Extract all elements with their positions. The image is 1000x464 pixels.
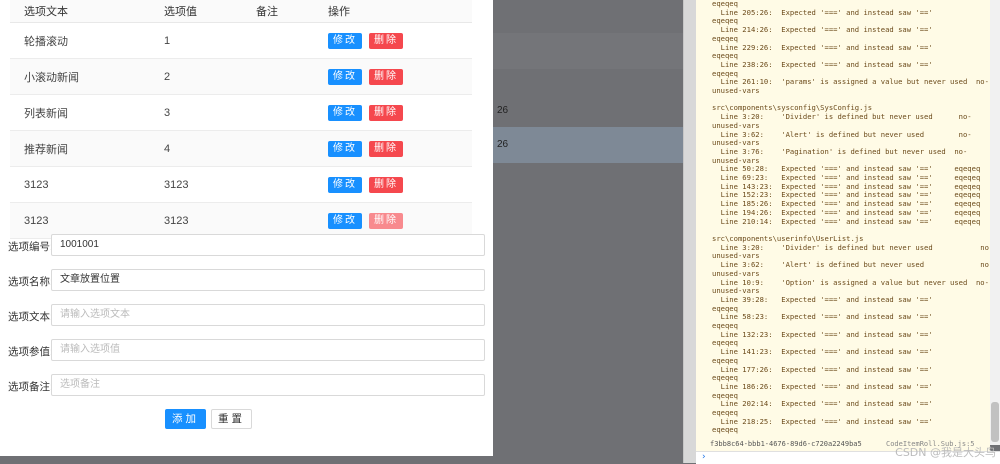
- background-row: [493, 33, 683, 69]
- form-row-option-value: 选项参值: 请输入选项值: [0, 339, 485, 361]
- background-row-text: 26: [497, 139, 509, 150]
- edit-button[interactable]: 修改: [328, 140, 362, 157]
- column-header-note: 备注: [242, 0, 314, 23]
- edit-button[interactable]: 修改: [328, 176, 362, 193]
- delete-button[interactable]: 删除: [369, 104, 403, 121]
- column-header-actions: 操作: [314, 0, 472, 23]
- delete-button[interactable]: 删除: [369, 176, 403, 193]
- column-header-text: 选项文本: [10, 0, 150, 23]
- option-note-label: 选项备注:: [8, 381, 53, 393]
- form-row-option-id: 选项编号: 1001001: [0, 234, 485, 256]
- add-button[interactable]: 添加: [165, 409, 206, 429]
- table-row: 小滚动新闻 2 修改 删除: [10, 58, 472, 95]
- edit-button[interactable]: 修改: [328, 68, 362, 85]
- prompt-caret-icon: ›: [702, 452, 706, 462]
- cell-text: 推荐新闻: [10, 130, 150, 167]
- console-scrollbar-thumb[interactable]: [991, 402, 999, 442]
- cell-actions: 修改 删除: [314, 94, 472, 131]
- cell-text: 3123: [10, 166, 150, 203]
- cell-text: 小滚动新闻: [10, 58, 150, 95]
- cell-note: [242, 166, 314, 203]
- table-row: 轮播滚动 1 修改 删除: [10, 22, 472, 59]
- edit-button[interactable]: 修改: [328, 104, 362, 121]
- option-value-label: 选项参值:: [8, 346, 53, 358]
- cell-value: 4: [150, 130, 242, 167]
- watermark: CSDN @我是大头鸟: [895, 446, 996, 459]
- cell-actions: 修改 删除: [314, 58, 472, 95]
- form-row-option-name: 选项名称: 文章放置位置: [0, 269, 485, 291]
- option-name-label: 选项名称:: [8, 276, 53, 288]
- cell-note: [242, 22, 314, 59]
- background-row: 26: [493, 93, 683, 129]
- cell-note: [242, 58, 314, 95]
- cell-value: 3123: [150, 166, 242, 203]
- config-options-modal: 选项文本 选项值 备注 操作 轮播滚动 1 修改 删除 小滚动新闻 2 修改 删除: [0, 0, 493, 456]
- form-row-option-note: 选项备注: 选项备注: [0, 374, 485, 396]
- edit-button[interactable]: 修改: [328, 32, 362, 49]
- options-table: 选项文本 选项值 备注 操作 轮播滚动 1 修改 删除 小滚动新闻 2 修改 删除: [10, 0, 472, 239]
- delete-button[interactable]: 删除: [369, 68, 403, 85]
- cell-actions: 修改 删除: [314, 130, 472, 167]
- option-text-label: 选项文本:: [8, 311, 53, 323]
- form-row-option-text: 选项文本: 请输入选项文本: [0, 304, 485, 326]
- cell-value: 2: [150, 58, 242, 95]
- console-warnings-text: eqeqeq Line 205:26: Expected '===' and i…: [712, 0, 990, 435]
- cell-note: [242, 130, 314, 167]
- cell-text: 轮播滚动: [10, 22, 150, 59]
- option-note-input[interactable]: 选项备注: [51, 374, 485, 396]
- console-scrollbar[interactable]: [990, 0, 1000, 445]
- table-header-row: 选项文本 选项值 备注 操作: [10, 0, 472, 23]
- cell-actions: 修改 删除: [314, 166, 472, 203]
- cell-note: [242, 94, 314, 131]
- cell-value: 3: [150, 94, 242, 131]
- option-value-input[interactable]: 请输入选项值: [51, 339, 485, 361]
- message-id: f3bb8c64-bbb1-4676-89d6-c720a2249ba5: [710, 440, 862, 448]
- delete-button[interactable]: 删除: [369, 140, 403, 157]
- table-row: 3123 3123 修改 删除: [10, 166, 472, 203]
- option-id-input[interactable]: 1001001: [51, 234, 485, 256]
- reset-button[interactable]: 重置: [211, 409, 252, 429]
- option-name-input[interactable]: 文章放置位置: [51, 269, 485, 291]
- column-header-value: 选项值: [150, 0, 242, 23]
- table-row: 列表新闻 3 修改 删除: [10, 94, 472, 131]
- table-row: 推荐新闻 4 修改 删除: [10, 130, 472, 167]
- cell-text: 列表新闻: [10, 94, 150, 131]
- option-id-label: 选项编号:: [8, 241, 53, 253]
- cell-actions: 修改 删除: [314, 22, 472, 59]
- console-output: eqeqeq Line 205:26: Expected '===' and i…: [696, 0, 990, 445]
- background-row-selected: 26: [493, 127, 683, 163]
- delete-button[interactable]: 删除: [369, 212, 403, 229]
- edit-button[interactable]: 修改: [328, 212, 362, 229]
- background-row-text: 26: [497, 105, 509, 116]
- option-text-input[interactable]: 请输入选项文本: [51, 304, 485, 326]
- devtools-splitter[interactable]: [683, 0, 696, 463]
- delete-button[interactable]: 删除: [369, 32, 403, 49]
- cell-value: 1: [150, 22, 242, 59]
